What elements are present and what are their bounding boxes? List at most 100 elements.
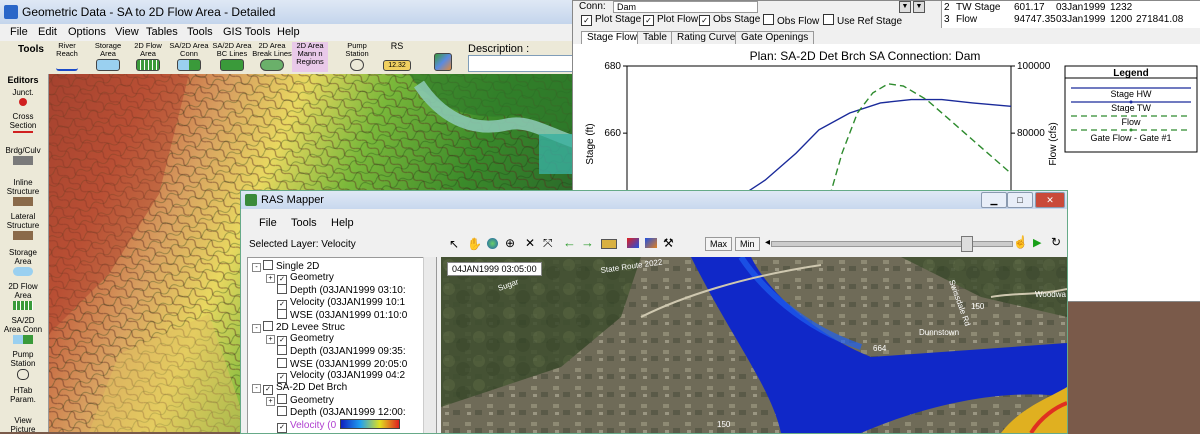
layer-tree-item[interactable]: Depth (03JAN1999 09:35:: [266, 345, 406, 358]
globe-icon[interactable]: [487, 238, 498, 249]
sa-2d-area-conn-button[interactable]: SA/2D Area Conn: [169, 42, 209, 72]
layer-checkbox[interactable]: [277, 308, 287, 319]
layer-checkbox[interactable]: [263, 321, 273, 331]
plot-icon[interactable]: [645, 238, 657, 248]
pan-hand-icon[interactable]: ✋: [467, 237, 482, 251]
2d-flow-area-editor-button[interactable]: 2D Flow Area: [3, 282, 43, 310]
zoom-in-icon[interactable]: ⊕: [505, 236, 515, 250]
use-ref-stage-checkbox[interactable]: Use Ref Stage: [823, 14, 902, 27]
layer-tree-item[interactable]: Depth (03JAN1999 12:00:: [266, 406, 406, 419]
description-input[interactable]: [468, 55, 580, 72]
sa-2d-conn-editor-button[interactable]: SA/2D Area Conn: [3, 316, 43, 344]
menu-edit[interactable]: Edit: [38, 26, 57, 38]
rs-button[interactable]: RS 12.32: [380, 42, 414, 72]
connection-select[interactable]: Dam: [613, 1, 758, 13]
layer-checkbox[interactable]: [277, 394, 287, 405]
layer-tree-item[interactable]: + ✓ Geometry: [266, 333, 334, 347]
layer-tree-item[interactable]: WSE (03JAN1999 20:05:0: [266, 357, 407, 371]
sa-2d-bc-lines-button[interactable]: SA/2D Area BC Lines: [210, 42, 254, 72]
2d-flow-area-button[interactable]: 2D Flow Area: [130, 42, 166, 72]
junction-button[interactable]: Junct.: [3, 88, 43, 106]
ras-menu-help[interactable]: Help: [331, 217, 354, 229]
time-slider[interactable]: [771, 241, 1013, 247]
lateral-structure-button[interactable]: Lateral Structure: [3, 212, 43, 240]
menu-help[interactable]: Help: [277, 26, 300, 38]
tree-expander-icon[interactable]: +: [266, 335, 275, 345]
profile-icon[interactable]: [627, 238, 639, 248]
cross-section-button[interactable]: Cross Section: [3, 112, 43, 142]
full-extent-icon[interactable]: ⤧: [543, 236, 553, 251]
htab-param-button[interactable]: HTab Param.: [3, 386, 43, 404]
menu-tables[interactable]: Tables: [146, 26, 178, 38]
layer-checkbox[interactable]: [277, 284, 287, 295]
use-ref-stage-box[interactable]: [823, 14, 834, 25]
layer-tree-item[interactable]: + ✓ Geometry: [266, 272, 334, 286]
mann-n-regions-button[interactable]: 2D Area Mann n Regions: [292, 42, 328, 72]
layer-tree-scrollbar[interactable]: [423, 257, 436, 433]
minimize-button[interactable]: ▁: [981, 192, 1007, 208]
layer-tree-item[interactable]: ✓ Velocity (03JAN1999 04:2: [266, 370, 405, 383]
obs-stage-box[interactable]: ✓: [699, 15, 710, 26]
zoom-extents-icon[interactable]: ✕: [525, 236, 535, 250]
menu-tools[interactable]: Tools: [187, 26, 213, 38]
inline-structure-button[interactable]: Inline Structure: [3, 178, 43, 206]
layer-tree-item[interactable]: - 2D Levee Struc: [252, 321, 345, 334]
back-arrow-icon[interactable]: ←: [563, 235, 576, 250]
layer-checkbox[interactable]: [277, 345, 287, 356]
prev-connection-button[interactable]: ▼: [899, 1, 911, 13]
layer-tree-item[interactable]: + Geometry: [266, 394, 334, 407]
storage-area-button[interactable]: Storage Area: [90, 42, 126, 72]
bridge-culvert-button[interactable]: Brdg/Culv: [3, 146, 43, 165]
time-slider-thumb[interactable]: [961, 236, 973, 252]
layer-tree-item[interactable]: ✓ Velocity (03JAN1999 10:1: [266, 297, 405, 310]
2d-break-lines-button[interactable]: 2D Area Break Lines: [252, 42, 292, 72]
pointer-icon[interactable]: ↖: [449, 237, 459, 251]
close-button[interactable]: ✕: [1035, 192, 1065, 208]
menu-gis-tools[interactable]: GIS Tools: [223, 26, 271, 38]
tree-expander-icon[interactable]: -: [252, 324, 261, 333]
forward-arrow-icon[interactable]: →: [581, 235, 594, 250]
layer-checkbox[interactable]: ✓: [277, 422, 287, 433]
obs-flow-box[interactable]: [763, 14, 774, 25]
tab-table[interactable]: Table: [637, 31, 673, 44]
ras-map-view[interactable]: State Route 2022 Sugar Dunnstown 150 664…: [441, 257, 1067, 433]
tree-expander-icon[interactable]: +: [266, 274, 275, 284]
layer-checkbox[interactable]: [263, 260, 273, 270]
plot-flow-checkbox[interactable]: ✓ Plot Flow: [643, 14, 698, 26]
tools-icon[interactable]: ⚒: [663, 236, 674, 250]
menu-file[interactable]: File: [10, 26, 28, 38]
storage-area-editor-button[interactable]: Storage Area: [3, 248, 43, 276]
ras-menu-tools[interactable]: Tools: [291, 217, 317, 229]
plot-stage-box[interactable]: ✓: [581, 15, 592, 26]
layer-tree-item[interactable]: Depth (03JAN1999 03:10:: [266, 284, 406, 297]
plot-stage-checkbox[interactable]: ✓ Plot Stage: [581, 14, 641, 26]
ras-menu-file[interactable]: File: [259, 217, 277, 229]
pump-station-editor-button[interactable]: Pump Station: [3, 350, 43, 380]
layer-tree-item[interactable]: ✓ Velocity (0: [266, 418, 401, 433]
river-reach-button[interactable]: River Reach: [50, 42, 84, 72]
measure-icon[interactable]: [601, 239, 617, 249]
maximize-button[interactable]: □: [1007, 192, 1033, 208]
map-layers-button[interactable]: [432, 42, 454, 72]
tree-expander-icon[interactable]: -: [252, 384, 261, 393]
max-button[interactable]: Max: [705, 237, 733, 251]
obs-flow-checkbox[interactable]: Obs Flow: [763, 14, 819, 27]
obs-stage-checkbox[interactable]: ✓ Obs Stage: [699, 14, 760, 26]
menu-view[interactable]: View: [115, 26, 139, 38]
next-connection-button[interactable]: ▼: [913, 1, 925, 13]
menu-options[interactable]: Options: [68, 26, 106, 38]
tab-rating-curve[interactable]: Rating Curve: [671, 31, 742, 44]
layer-checkbox[interactable]: [277, 406, 287, 417]
layer-tree-item[interactable]: WSE (03JAN1999 01:10:0: [266, 308, 407, 322]
play-icon[interactable]: ▶: [1033, 236, 1041, 249]
slider-left-icon[interactable]: ◂: [765, 237, 770, 248]
plot-flow-box[interactable]: ✓: [643, 15, 654, 26]
tree-expander-icon[interactable]: +: [266, 397, 275, 407]
tab-gate-openings[interactable]: Gate Openings: [735, 31, 815, 44]
layer-checkbox[interactable]: [277, 357, 287, 368]
pump-station-button[interactable]: Pump Station: [340, 42, 374, 72]
layer-tree-item[interactable]: - ✓ SA-2D Det Brch: [252, 382, 347, 395]
refresh-icon[interactable]: ↻: [1051, 235, 1061, 249]
layer-tree-item[interactable]: - Single 2D: [252, 260, 319, 273]
view-picture-button[interactable]: View Picture: [3, 416, 43, 432]
